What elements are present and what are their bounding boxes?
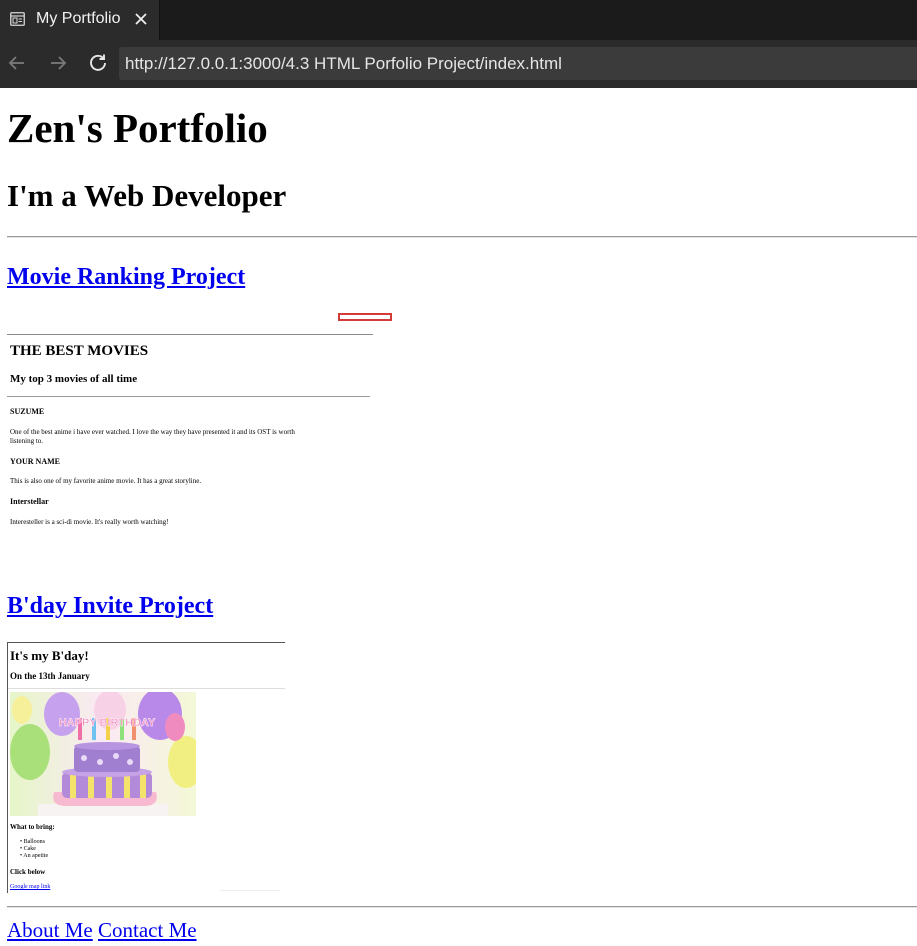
movie-divider: [7, 396, 370, 397]
movie-heading: THE BEST MOVIES: [10, 343, 149, 359]
bday-heading: It's my B'day!: [10, 648, 89, 663]
bday-divider: [8, 688, 285, 689]
about-me-link[interactable]: About Me: [7, 918, 93, 942]
divider: [7, 236, 917, 238]
movie-description: listening to.: [10, 437, 44, 445]
tab-my-portfolio[interactable]: My Portfolio: [0, 0, 160, 40]
movie-title: YOUR NAME: [10, 457, 60, 466]
reload-icon[interactable]: [87, 52, 109, 74]
movie-title: Interstellar: [10, 497, 49, 506]
list-item: • Cake: [20, 846, 36, 852]
bday-project-preview[interactable]: It's my B'day! On the 13th January HAPPY…: [7, 642, 285, 893]
page-icon: [10, 12, 25, 26]
back-arrow-icon[interactable]: [6, 52, 28, 74]
tab-bar: My Portfolio: [0, 0, 917, 40]
selection-highlight: [338, 313, 392, 321]
divider: [7, 906, 917, 908]
movie-description: Interesteller is a sci-di movie. It's re…: [10, 518, 169, 526]
movie-project-preview[interactable]: THE BEST MOVIES My top 3 movies of all t…: [7, 334, 373, 535]
click-heading: Click below: [10, 868, 46, 876]
page-subtitle: I'm a Web Developer: [7, 178, 287, 213]
page-title: Zen's Portfolio: [7, 105, 268, 151]
address-bar[interactable]: http://127.0.0.1:3000/4.3 HTML Porfolio …: [119, 47, 917, 80]
movie-title: SUZUME: [10, 407, 45, 416]
bday-project-link[interactable]: B'day Invite Project: [7, 594, 213, 618]
cake-candle-text: HAPPY BIRTHDAY: [59, 717, 156, 729]
google-map-link[interactable]: Google map link: [10, 884, 50, 890]
movie-description: This is also one of my favorite anime mo…: [10, 477, 202, 485]
tab-title: My Portfolio: [36, 10, 121, 27]
movie-project-link[interactable]: Movie Ranking Project: [7, 265, 245, 289]
url-text[interactable]: http://127.0.0.1:3000/4.3 HTML Porfolio …: [125, 54, 562, 74]
list-item: • Balloons: [20, 839, 45, 845]
birthday-cake-image: HAPPY BIRTHDAY: [10, 692, 196, 816]
bring-heading: What to bring:: [10, 823, 55, 831]
footer-links: About Me Contact Me: [7, 918, 197, 943]
forward-arrow-icon[interactable]: [47, 52, 69, 74]
close-icon[interactable]: [133, 11, 149, 27]
bday-scroll-edge: [220, 890, 280, 891]
navigation-bar: http://127.0.0.1:3000/4.3 HTML Porfolio …: [0, 40, 917, 88]
movie-subheading: My top 3 movies of all time: [10, 373, 138, 385]
bday-date: On the 13th January: [10, 671, 90, 681]
contact-me-link[interactable]: Contact Me: [98, 918, 197, 942]
list-item: • An apetite: [20, 853, 49, 859]
movie-description: One of the best anime i have ever watche…: [10, 428, 295, 436]
